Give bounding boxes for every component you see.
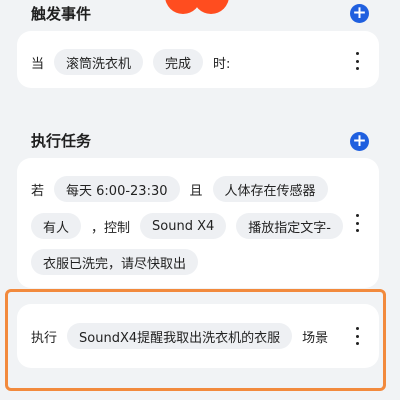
add-trigger-button[interactable]: + (350, 4, 369, 23)
action-text-chip[interactable]: 衣服已洗完，请尽快取出 (31, 249, 199, 275)
task-card[interactable]: 若 每天 6:00-23:30 且 人体存在传感器 有人 ，控制 Sound X… (17, 158, 379, 288)
sensor-chip[interactable]: 人体存在传感器 (212, 176, 328, 202)
add-task-button[interactable]: + (350, 132, 369, 151)
trigger-card[interactable]: 当 滚筒洗衣机 完成 时: (17, 31, 379, 88)
plus-icon: + (352, 131, 367, 151)
plus-icon: + (352, 3, 367, 23)
sensor-state-chip[interactable]: 有人 (31, 213, 82, 239)
action-chip[interactable]: 播放指定文字- (236, 213, 343, 239)
scene-more-icon[interactable] (354, 327, 360, 345)
control-label: ，控制 (91, 220, 131, 236)
scene-label: 场景 (302, 330, 329, 346)
target-device-chip[interactable]: Sound X4 (140, 213, 227, 239)
when-label: 当 (31, 56, 45, 72)
task-more-icon[interactable] (354, 214, 360, 232)
and-label: 且 (189, 183, 203, 199)
task-section-title: 执行任务 (31, 132, 92, 150)
trigger-state-chip[interactable]: 完成 (153, 49, 204, 75)
trigger-suffix-label: 时: (213, 56, 231, 72)
execute-label: 执行 (31, 330, 58, 346)
scene-name-chip[interactable]: SoundX4提醒我取出洗衣机的衣服 (67, 323, 293, 349)
trigger-device-chip[interactable]: 滚筒洗衣机 (54, 49, 144, 75)
if-label: 若 (31, 183, 45, 199)
schedule-chip[interactable]: 每天 6:00-23:30 (54, 176, 180, 202)
scene-card[interactable]: 执行 SoundX4提醒我取出洗衣机的衣服 场景 (17, 304, 379, 368)
top-decoration (193, 0, 229, 14)
trigger-more-icon[interactable] (354, 52, 360, 70)
trigger-section-title: 触发事件 (31, 5, 92, 23)
